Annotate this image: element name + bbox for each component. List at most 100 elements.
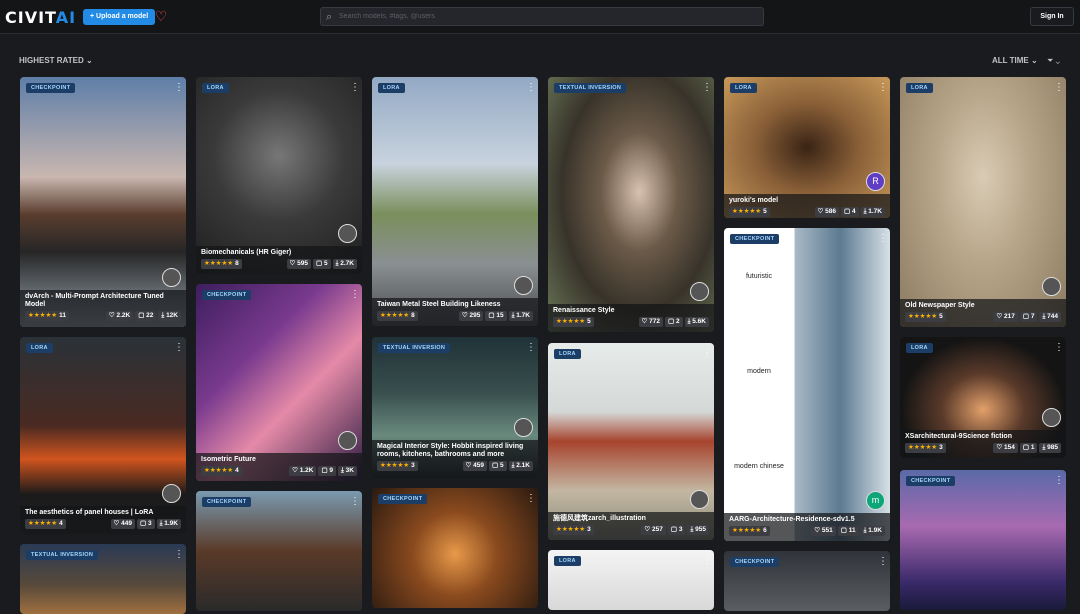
model-card[interactable]: TEXTUAL INVERSION ⋮ bbox=[20, 544, 186, 614]
more-options-icon[interactable]: ⋮ bbox=[702, 555, 712, 567]
sign-in-button[interactable]: Sign In bbox=[1030, 7, 1074, 26]
more-options-icon[interactable]: ⋮ bbox=[526, 342, 536, 354]
creator-avatar[interactable] bbox=[162, 484, 181, 503]
model-preview-image[interactable] bbox=[196, 284, 362, 481]
more-options-icon[interactable]: ⋮ bbox=[350, 82, 360, 94]
model-card[interactable]: TEXTUAL INVERSION ⋮ Renaissance Style ★★★★★… bbox=[548, 77, 714, 332]
model-type-badge: CHECKPOINT bbox=[202, 497, 252, 507]
search-icon: ⌕ bbox=[326, 11, 333, 23]
creator-avatar[interactable] bbox=[690, 282, 709, 301]
more-options-icon[interactable]: ⋮ bbox=[174, 82, 184, 94]
more-options-icon[interactable]: ⋮ bbox=[702, 82, 712, 94]
creator-avatar[interactable] bbox=[690, 490, 709, 509]
model-card[interactable]: CHECKPOINT ⋮ bbox=[900, 470, 1066, 610]
creator-avatar[interactable] bbox=[338, 431, 357, 450]
model-title[interactable]: The aesthetics of panel houses | LoRA bbox=[25, 509, 181, 517]
more-options-icon[interactable]: ⋮ bbox=[878, 556, 888, 568]
model-card[interactable]: LORA ⋮ Old Newspaper Style ★★★★★ 5 ♡ 217 ▢ 7 ⤓ … bbox=[900, 77, 1066, 327]
model-preview-image[interactable] bbox=[548, 77, 714, 332]
model-title[interactable]: Renaissance Style bbox=[553, 307, 709, 315]
more-options-icon[interactable]: ⋮ bbox=[350, 289, 360, 301]
creator-avatar[interactable] bbox=[338, 224, 357, 243]
comments-count: ▢ 15 bbox=[485, 311, 507, 321]
search-bar[interactable]: ⌕ bbox=[320, 7, 764, 26]
model-card[interactable]: LORA ⋮ bbox=[548, 550, 714, 610]
downloads-count: ⤓ 985 bbox=[1039, 443, 1061, 453]
model-preview-image[interactable] bbox=[372, 488, 538, 608]
more-options-icon[interactable]: ⋮ bbox=[1054, 82, 1064, 94]
more-options-icon[interactable]: ⋮ bbox=[174, 549, 184, 561]
model-preview-image[interactable] bbox=[900, 470, 1066, 610]
creator-avatar[interactable] bbox=[1042, 277, 1061, 296]
downloads-count: ⤓ 5.6K bbox=[684, 317, 709, 327]
model-type-badge: CHECKPOINT bbox=[730, 557, 780, 567]
model-preview-image[interactable] bbox=[196, 491, 362, 611]
model-card[interactable]: LORA ⋮ XSarchitectural-9Science fiction ★★★… bbox=[900, 337, 1066, 458]
model-preview-image[interactable] bbox=[196, 77, 362, 274]
rating-count: 8 bbox=[411, 312, 415, 319]
model-title[interactable]: dvArch - Multi-Prompt Architecture Tuned… bbox=[25, 293, 181, 309]
upload-model-button[interactable]: + Upload a model bbox=[83, 9, 156, 25]
engagement-counts: ♡ 154 ▢ 1 ⤓ 985 bbox=[991, 443, 1061, 453]
style-label: futuristic bbox=[745, 273, 773, 280]
model-title[interactable]: Biomechanicals (HR Giger) bbox=[201, 249, 357, 257]
model-card[interactable]: TEXTUAL INVERSION ⋮ Magical Interior Style… bbox=[372, 337, 538, 478]
rating-count: 5 bbox=[587, 318, 591, 325]
more-options-icon[interactable]: ⋮ bbox=[878, 233, 888, 245]
model-card[interactable]: LORA ⋮ Biomechanicals (HR Giger) ★★★★★ 8 ♡ 59… bbox=[196, 77, 362, 274]
creator-avatar[interactable] bbox=[162, 268, 181, 287]
search-input[interactable] bbox=[339, 8, 759, 25]
model-title[interactable]: Magical Interior Style: Hobbit inspired … bbox=[377, 443, 533, 459]
downloads-count: ⤓ 2.1K bbox=[508, 461, 533, 471]
model-card[interactable]: CHECKPOINT ⋮ bbox=[724, 551, 890, 611]
model-title[interactable]: Isometric Future bbox=[201, 456, 357, 464]
more-options-icon[interactable]: ⋮ bbox=[350, 496, 360, 508]
model-stats: ★★★★★ 4 ♡ 449 ▢ 3 ⤓ 1.9K bbox=[25, 519, 181, 529]
more-options-icon[interactable]: ⋮ bbox=[174, 342, 184, 354]
creator-avatar[interactable]: R bbox=[866, 172, 885, 191]
model-card[interactable]: CHECKPOINT ⋮ bbox=[372, 488, 538, 608]
model-title[interactable]: yuroki's model bbox=[729, 197, 885, 205]
more-options-icon[interactable]: ⋮ bbox=[1054, 475, 1064, 487]
rating-stars: ★★★★★ 4 bbox=[201, 466, 242, 476]
civitai-logo[interactable]: CIVITAI bbox=[5, 8, 76, 27]
downloads-count: ⤓ 744 bbox=[1039, 312, 1061, 322]
model-title[interactable]: Taiwan Metal Steel Building Likeness bbox=[377, 301, 533, 309]
more-options-icon[interactable]: ⋮ bbox=[1054, 342, 1064, 354]
creator-avatar[interactable] bbox=[514, 418, 533, 437]
model-stats: ★★★★★ 3 ♡ 459 ▢ 5 ⤓ 2.1K bbox=[377, 461, 533, 471]
model-card[interactable]: LORA ⋮ Ryuroki's model ★★★★★ 5 ♡ 586 ▢ 4 ⤓ 1.7K bbox=[724, 77, 890, 218]
downloads-count: ⤓ 1.7K bbox=[508, 311, 533, 321]
model-card[interactable]: LORA ⋮ 施德风建筑zarch_illustration ★★★★★ 3 ♡ 257 ▢… bbox=[548, 343, 714, 540]
creator-avatar[interactable]: m bbox=[866, 491, 885, 510]
model-title[interactable]: Old Newspaper Style bbox=[905, 302, 1061, 310]
model-card[interactable]: LORA ⋮ Taiwan Metal Steel Building Likenes… bbox=[372, 77, 538, 326]
model-card[interactable]: CHECKPOINT ⋮ Isometric Future ★★★★★ 4 ♡ 1.2K ▢… bbox=[196, 284, 362, 481]
heart-icon[interactable]: ♡ bbox=[153, 8, 169, 24]
model-preview-image[interactable] bbox=[900, 77, 1066, 327]
more-options-icon[interactable]: ⋮ bbox=[526, 493, 536, 505]
model-title[interactable]: AARG-Architecture-Residence-sdv1.5 bbox=[729, 516, 885, 524]
rating-count: 5 bbox=[939, 313, 943, 320]
model-card[interactable]: CHECKPOINT ⋮ dvArch - Multi-Prompt Archite… bbox=[20, 77, 186, 327]
model-card[interactable]: LORA ⋮ The aesthetics of panel houses | Lo… bbox=[20, 337, 186, 534]
period-dropdown[interactable]: ALL TIME ⌄ bbox=[992, 56, 1038, 65]
engagement-counts: ♡ 295 ▢ 15 ⤓ 1.7K bbox=[457, 311, 533, 321]
creator-avatar[interactable] bbox=[1042, 408, 1061, 427]
model-preview-image[interactable] bbox=[548, 343, 714, 540]
card-info: yuroki's model ★★★★★ 5 ♡ 586 ▢ 4 ⤓ 1.7K bbox=[724, 194, 890, 218]
creator-avatar[interactable] bbox=[514, 276, 533, 295]
model-title[interactable]: XSarchitectural-9Science fiction bbox=[905, 433, 1061, 441]
more-options-icon[interactable]: ⋮ bbox=[702, 348, 712, 360]
filter-button[interactable]: ⏷ ⌄ bbox=[1047, 56, 1060, 66]
model-card[interactable]: futuristic modern modern chinese CHECKPOINT… bbox=[724, 228, 890, 541]
model-preview-image[interactable] bbox=[20, 337, 186, 534]
model-card[interactable]: CHECKPOINT ⋮ bbox=[196, 491, 362, 611]
model-type-badge: LORA bbox=[906, 343, 933, 353]
engagement-counts: ♡ 772 ▢ 2 ⤓ 5.6K bbox=[637, 317, 709, 327]
model-title[interactable]: 施德风建筑zarch_illustration bbox=[553, 515, 709, 523]
more-options-icon[interactable]: ⋮ bbox=[878, 82, 888, 94]
model-preview-image[interactable] bbox=[372, 77, 538, 326]
sort-dropdown[interactable]: HIGHEST RATED ⌄ bbox=[19, 56, 93, 65]
more-options-icon[interactable]: ⋮ bbox=[526, 82, 536, 94]
